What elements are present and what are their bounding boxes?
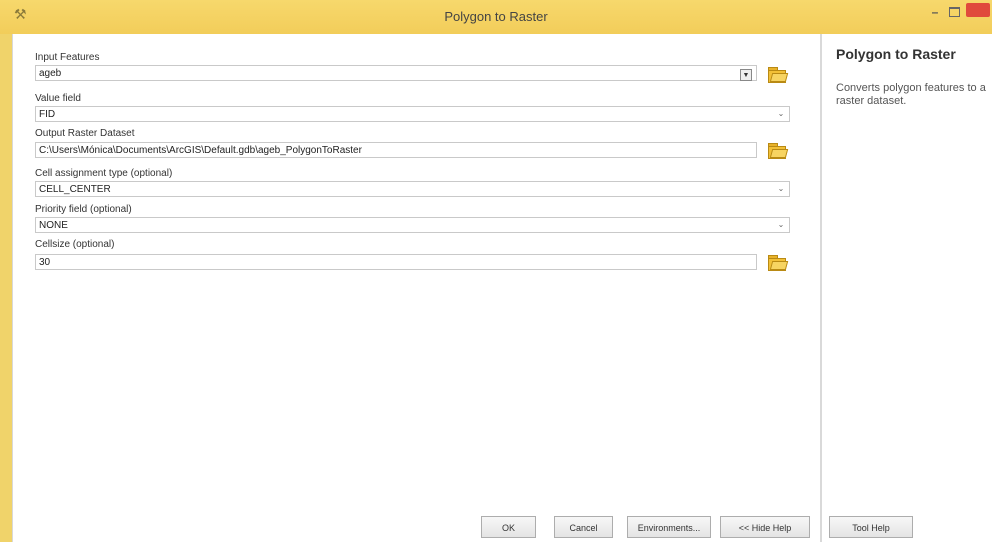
output-raster-label: Output Raster Dataset	[35, 128, 135, 139]
priority-field-select[interactable]: NONE	[35, 217, 790, 233]
input-features-dropdown-arrow[interactable]: ▼	[740, 69, 752, 81]
cellsize-label: Cellsize (optional)	[35, 239, 115, 250]
value-field-select[interactable]: FID	[35, 106, 790, 122]
input-features-field[interactable]: ageb	[35, 65, 757, 81]
chevron-down-icon[interactable]: ⌄	[775, 184, 787, 193]
help-title: Polygon to Raster	[836, 46, 956, 62]
priority-field-label: Priority field (optional)	[35, 204, 132, 215]
tool-help-button[interactable]: Tool Help	[829, 516, 913, 538]
chevron-down-icon[interactable]: ⌄	[775, 220, 787, 229]
help-description: Converts polygon features to a raster da…	[836, 82, 986, 107]
ok-button[interactable]: OK	[481, 516, 536, 538]
parameters-panel: Input Features ageb ▼ Value field FID ⌄ …	[12, 34, 821, 542]
maximize-icon	[948, 7, 960, 17]
environments-button[interactable]: Environments...	[627, 516, 711, 538]
close-button[interactable]	[966, 3, 990, 17]
hide-help-button[interactable]: << Hide Help	[720, 516, 810, 538]
cellsize-field[interactable]: 30	[35, 254, 757, 270]
cancel-button[interactable]: Cancel	[554, 516, 613, 538]
window-title: Polygon to Raster	[444, 9, 548, 24]
value-field-label: Value field	[35, 93, 81, 104]
minimize-button[interactable]: –	[928, 4, 942, 20]
cell-assignment-label: Cell assignment type (optional)	[35, 168, 173, 179]
window-frame	[0, 34, 12, 542]
output-raster-field[interactable]: C:\Users\Mónica\Documents\ArcGIS\Default…	[35, 142, 757, 158]
maximize-button[interactable]	[947, 4, 961, 20]
input-features-label: Input Features	[35, 52, 100, 63]
help-panel: Polygon to Raster Converts polygon featu…	[820, 34, 992, 542]
folder-open-icon[interactable]	[765, 140, 789, 160]
folder-open-icon[interactable]	[765, 252, 789, 272]
title-bar: ⚒ Polygon to Raster –	[0, 0, 992, 34]
folder-open-icon[interactable]	[765, 64, 789, 84]
cell-assignment-select[interactable]: CELL_CENTER	[35, 181, 790, 197]
chevron-down-icon[interactable]: ⌄	[775, 109, 787, 118]
